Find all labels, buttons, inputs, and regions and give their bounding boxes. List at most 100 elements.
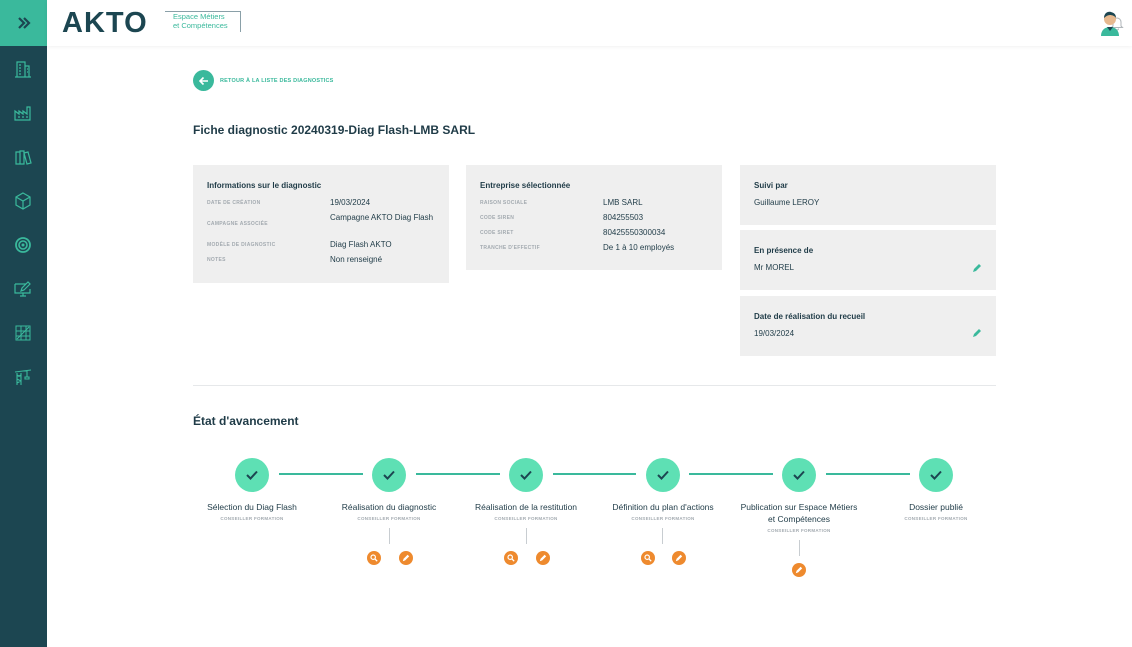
step-2-role: CONSEILLER FORMATION (357, 516, 421, 521)
brand-logo[interactable]: AKTO (62, 7, 148, 40)
campaign-value: Campagne AKTO Diag Flash (330, 213, 434, 222)
search-icon (370, 554, 378, 562)
step-6-label: Dossier publié (909, 502, 963, 512)
progress-title: État d'avancement (193, 414, 299, 428)
step-2-view-button[interactable] (367, 551, 381, 565)
siren-label: CODE SIREN (480, 215, 515, 221)
step-6-status (919, 458, 953, 492)
back-link-label[interactable]: RETOUR À LA LISTE DES DIAGNOSTICS (220, 78, 334, 84)
step-3-view-button[interactable] (504, 551, 518, 565)
section-divider (193, 385, 996, 386)
pencil-icon[interactable] (972, 263, 982, 273)
workforce-label: TRANCHE D'EFFECTIF (480, 245, 540, 251)
step-6-role: CONSEILLER FORMATION (904, 516, 968, 521)
step-1-role: CONSEILLER FORMATION (220, 516, 284, 521)
chart-grid-icon[interactable] (12, 322, 34, 344)
step-4-label: Définition du plan d'actions (612, 502, 714, 512)
model-label: MODÈLE DE DIAGNOSTIC (207, 242, 276, 248)
crane-icon[interactable] (12, 366, 34, 388)
step-3-action-line (526, 528, 527, 544)
step-2-edit-button[interactable] (399, 551, 413, 565)
step-3-edit-button[interactable] (536, 551, 550, 565)
company-info-card: Entreprise sélectionnée RAISON SOCIALE L… (466, 165, 722, 270)
step-3-role: CONSEILLER FORMATION (494, 516, 558, 521)
pencil-icon (539, 554, 547, 562)
arrow-left-icon (198, 76, 208, 85)
pencil-icon (795, 566, 803, 574)
page-title: Fiche diagnostic 20240319-Diag Flash-LMB… (193, 123, 476, 137)
check-icon (930, 470, 942, 480)
brand-subtitle-line1: Espace Métiers (173, 12, 225, 21)
company-name-value: LMB SARL (603, 198, 643, 207)
step-1-label: Sélection du Diag Flash (207, 502, 297, 512)
company-info-title: Entreprise sélectionnée (480, 181, 571, 190)
search-icon (507, 554, 515, 562)
pencil-icon[interactable] (972, 328, 982, 338)
step-1-status (235, 458, 269, 492)
followed-by-value: Guillaume LEROY (754, 198, 820, 207)
collection-date-value: 19/03/2024 (754, 329, 795, 338)
back-to-list-link[interactable]: RETOUR À LA LISTE DES DIAGNOSTICS (193, 70, 334, 91)
step-2-status (372, 458, 406, 492)
step-3-label: Réalisation de la restitution (474, 502, 578, 512)
sidebar-expand-button[interactable] (0, 0, 47, 46)
check-icon (383, 470, 395, 480)
presence-value: Mr MOREL (754, 263, 794, 272)
box-icon[interactable] (12, 190, 34, 212)
followed-by-card: Suivi par Guillaume LEROY (740, 165, 996, 225)
step-2-action-line (389, 528, 390, 544)
step-4-action-line (662, 528, 663, 544)
step-3-status (509, 458, 543, 492)
step-5-action-line (799, 540, 800, 556)
diagnostic-info-title: Informations sur le diagnostic (207, 181, 322, 190)
brand-subtitle-line2: et Compétences (173, 21, 228, 30)
check-icon (793, 470, 805, 480)
siret-value: 80425550300034 (603, 228, 666, 237)
step-2-label: Réalisation du diagnostic (341, 502, 437, 512)
creation-date-label: DATE DE CRÉATION (207, 200, 261, 206)
target-icon[interactable] (12, 234, 34, 256)
siret-label: CODE SIRET (480, 230, 514, 236)
step-4-edit-button[interactable] (672, 551, 686, 565)
pencil-icon (402, 554, 410, 562)
back-button[interactable] (193, 70, 214, 91)
step-4-role: CONSEILLER FORMATION (631, 516, 695, 521)
step-connector (416, 473, 500, 475)
monitor-edit-icon[interactable] (12, 278, 34, 300)
step-5-role: CONSEILLER FORMATION (767, 528, 831, 533)
user-avatar-icon[interactable] (1098, 10, 1122, 36)
chevrons-right-icon (17, 17, 31, 29)
notes-label: NOTES (207, 257, 226, 263)
collection-date-card: Date de réalisation du recueil 19/03/202… (740, 296, 996, 356)
creation-date-value: 19/03/2024 (330, 198, 371, 207)
factory-icon[interactable] (12, 102, 34, 124)
step-4-view-button[interactable] (641, 551, 655, 565)
model-value: Diag Flash AKTO (330, 240, 392, 249)
step-4-status (646, 458, 680, 492)
step-5-edit-button[interactable] (792, 563, 806, 577)
brand-subtitle: Espace Métiers et Compétences (173, 12, 243, 30)
check-icon (520, 470, 532, 480)
workforce-value: De 1 à 10 employés (603, 243, 675, 252)
notes-value: Non renseigné (330, 255, 383, 264)
step-connector (553, 473, 636, 475)
check-icon (657, 470, 669, 480)
collection-date-title: Date de réalisation du recueil (754, 312, 866, 321)
siren-value: 804255503 (603, 213, 644, 222)
building-icon[interactable] (12, 58, 34, 80)
presence-card: En présence de Mr MOREL (740, 230, 996, 290)
pencil-icon (675, 554, 683, 562)
top-bar: AKTO Espace Métiers et Compétences (47, 0, 1132, 46)
step-connector (826, 473, 910, 475)
followed-by-title: Suivi par (754, 181, 788, 190)
step-5-status (782, 458, 816, 492)
check-icon (246, 470, 258, 480)
search-icon (644, 554, 652, 562)
step-connector (279, 473, 363, 475)
books-icon[interactable] (12, 146, 34, 168)
presence-title: En présence de (754, 246, 814, 255)
step-5-label: Publication sur Espace Métiers et Compét… (740, 502, 858, 524)
step-connector (689, 473, 773, 475)
campaign-label: CAMPAGNE ASSOCIÉE (207, 221, 268, 227)
diagnostic-info-card: Informations sur le diagnostic DATE DE C… (193, 165, 449, 283)
